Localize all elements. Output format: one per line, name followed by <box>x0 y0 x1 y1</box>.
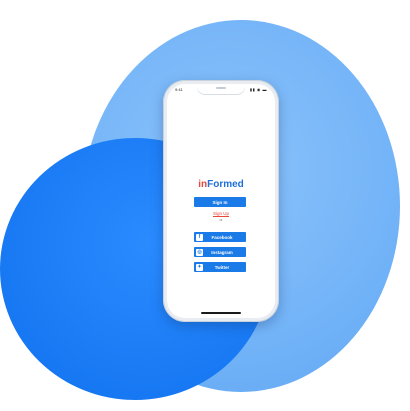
sign-in-label: Sign In <box>212 199 228 205</box>
sign-up-link[interactable]: Sign Up <box>167 211 275 216</box>
home-indicator <box>201 312 241 314</box>
phone-screen: 9:41 ▮▮ ◉ ▬ inFormed Sign In Sign Up or … <box>167 84 275 318</box>
logo-part-in: in <box>198 179 208 190</box>
status-icons: ▮▮ ◉ ▬ <box>249 87 267 92</box>
speaker-icon <box>216 87 226 89</box>
twitter-icon: ✦ <box>196 263 203 271</box>
twitter-label: Twitter <box>214 264 230 270</box>
facebook-button[interactable]: f Facebook <box>194 232 246 242</box>
phone-notch <box>197 84 245 94</box>
phone-mockup: 9:41 ▮▮ ◉ ▬ inFormed Sign In Sign Up or … <box>163 80 279 322</box>
facebook-label: Facebook <box>211 234 233 240</box>
instagram-label: Instagram <box>211 249 233 255</box>
status-time: 9:41 <box>175 87 183 92</box>
instagram-icon: ◎ <box>196 248 203 256</box>
instagram-button[interactable]: ◎ Instagram <box>194 247 246 257</box>
logo-part-formed: Formed <box>207 179 244 190</box>
or-divider: or <box>219 218 223 222</box>
facebook-icon: f <box>196 233 203 241</box>
twitter-button[interactable]: ✦ Twitter <box>194 262 246 272</box>
sign-in-button[interactable]: Sign In <box>194 197 246 207</box>
app-logo: inFormed <box>167 179 275 190</box>
